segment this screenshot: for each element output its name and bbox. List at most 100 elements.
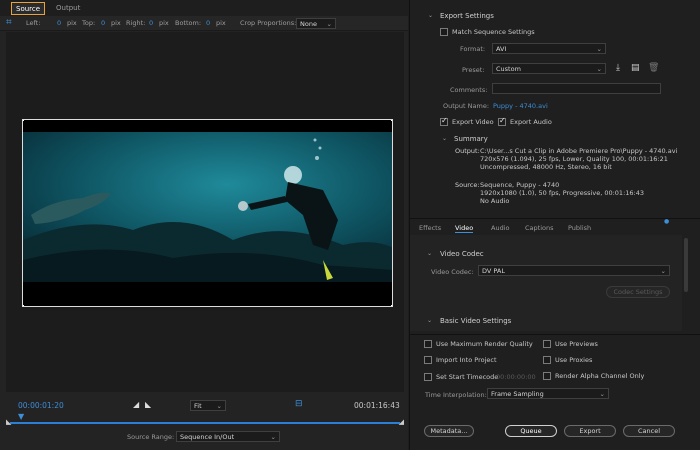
collapse-basic-icon[interactable]: ⌄	[427, 317, 432, 324]
crop-top-value[interactable]: 0	[101, 19, 105, 27]
tab-audio[interactable]: Audio	[491, 224, 509, 232]
chevron-down-icon: ⌄	[596, 45, 602, 53]
use-proxies-checkbox[interactable]	[543, 356, 551, 364]
codec-settings-button[interactable]: Codec Settings	[606, 286, 670, 298]
format-value: AVI	[496, 45, 507, 53]
comments-label: Comments:	[450, 86, 488, 94]
current-timecode[interactable]: 00:00:01:20	[18, 401, 64, 410]
export-settings-header: Export Settings	[440, 12, 494, 20]
scrubber-track	[10, 422, 400, 424]
export-audio-label: Export Audio	[510, 118, 552, 126]
preset-label: Preset:	[462, 66, 485, 74]
crop-proportions-dropdown[interactable]: None ⌄	[296, 18, 336, 29]
preset-value: Custom	[496, 65, 521, 73]
crop-proportions-label: Crop Proportions:	[240, 19, 297, 27]
output-name-label: Output Name:	[443, 102, 490, 110]
summary-source-label: Source:	[455, 181, 480, 189]
video-codec-header: Video Codec	[440, 250, 484, 258]
time-interpolation-value: Frame Sampling	[491, 390, 544, 398]
aspect-toggle-icon[interactable]: ⊟	[295, 399, 303, 409]
chevron-down-icon: ⌄	[599, 390, 605, 398]
summary-output-line-2: 720x576 (1.094), 25 fps, Lower, Quality …	[480, 155, 668, 163]
render-alpha-checkbox[interactable]	[543, 372, 551, 380]
export-settings-panel: ⌄ Export Settings Match Sequence Setting…	[409, 0, 700, 450]
video-codec-value: DV PAL	[482, 267, 505, 275]
export-video-checkbox[interactable]	[440, 116, 448, 126]
export-video-label: Export Video	[452, 118, 494, 126]
crop-left-value[interactable]: 0	[57, 19, 61, 27]
crop-handle-bottom-left[interactable]	[23, 305, 24, 306]
tab-source[interactable]: Source	[11, 2, 46, 15]
crop-left-unit: pix	[67, 19, 77, 27]
output-name-link[interactable]: Puppy - 4740.avi	[493, 102, 548, 110]
export-audio-checkbox[interactable]	[498, 116, 506, 126]
section-divider	[410, 218, 700, 219]
scrollbar-thumb[interactable]	[684, 238, 688, 292]
chevron-down-icon: ⌄	[216, 402, 222, 410]
mark-in-icon[interactable]: ◢	[133, 400, 139, 409]
video-codec-dropdown[interactable]: DV PAL ⌄	[478, 265, 670, 276]
section-divider	[410, 334, 700, 335]
use-previews-checkbox[interactable]	[543, 340, 551, 348]
import-preset-icon[interactable]: ▤	[631, 63, 640, 73]
source-panel: Source Output ⌗ Left: 0 pix Top: 0 pix R…	[0, 0, 408, 450]
source-range-dropdown[interactable]: Sequence In/Out ⌄	[176, 431, 280, 442]
in-point-icon[interactable]: ◣	[6, 418, 11, 426]
set-start-timecode-checkbox[interactable]	[424, 373, 432, 381]
chevron-down-icon: ⌄	[270, 433, 276, 441]
crop-bottom-value[interactable]: 0	[206, 19, 210, 27]
crop-icon[interactable]: ⌗	[6, 17, 12, 28]
max-render-checkbox[interactable]	[424, 340, 432, 348]
summary-output-label: Output:	[455, 147, 480, 155]
time-interpolation-dropdown[interactable]: Frame Sampling ⌄	[487, 388, 609, 399]
summary-source-line-1: Sequence, Puppy - 4740	[480, 181, 560, 189]
video-frame[interactable]	[22, 119, 393, 307]
save-preset-icon[interactable]: ⤓	[616, 63, 620, 73]
playhead-icon[interactable]: ▼	[18, 412, 24, 421]
render-alpha-label: Render Alpha Channel Only	[555, 372, 645, 380]
cancel-button[interactable]: Cancel	[623, 425, 675, 437]
panel-resize-handle-icon[interactable]: ●	[664, 218, 669, 225]
tab-captions[interactable]: Captions	[525, 224, 554, 232]
tab-publish[interactable]: Publish	[568, 224, 591, 232]
match-sequence-checkbox[interactable]	[440, 28, 448, 36]
time-interpolation-label: Time Interpolation:	[425, 391, 487, 399]
use-previews-label: Use Previews	[555, 340, 598, 348]
collapse-summary-icon[interactable]: ⌄	[442, 135, 447, 142]
summary-output-line-1: C:\User...s Cut a Clip in Adobe Premiere…	[480, 147, 678, 155]
out-point-icon[interactable]: ◢	[399, 418, 404, 426]
format-dropdown[interactable]: AVI ⌄	[492, 43, 606, 54]
crop-handle-bottom-right[interactable]	[391, 305, 392, 306]
zoom-fit-dropdown[interactable]: Fit ⌄	[190, 400, 226, 411]
crop-right-value[interactable]: 0	[149, 19, 153, 27]
crop-handle-top-right[interactable]	[391, 120, 392, 121]
mark-out-icon[interactable]: ◣	[145, 400, 151, 409]
collapse-export-icon[interactable]: ⌄	[428, 12, 433, 19]
summary-source-line-2: 1920x1080 (1.0), 50 fps, Progressive, 00…	[480, 189, 644, 197]
summary-output-line-3: Uncompressed, 48000 Hz, Stereo, 16 bit	[480, 163, 612, 171]
comments-input[interactable]	[492, 83, 661, 94]
crop-right-label: Right:	[126, 19, 146, 27]
use-proxies-label: Use Proxies	[555, 356, 593, 364]
summary-header: Summary	[454, 135, 488, 143]
tab-output[interactable]: Output	[52, 2, 84, 15]
metadata-button[interactable]: Metadata...	[424, 425, 474, 437]
import-project-checkbox[interactable]	[424, 356, 432, 364]
collapse-codec-icon[interactable]: ⌄	[427, 250, 432, 257]
start-timecode-value[interactable]: 00:00:00:00	[496, 373, 536, 381]
timeline-scrubber[interactable]: ◣ ◢ ▼	[6, 412, 404, 426]
tab-video[interactable]: Video	[455, 224, 474, 233]
max-render-label: Use Maximum Render Quality	[436, 340, 533, 348]
tab-effects[interactable]: Effects	[419, 224, 441, 232]
preset-dropdown[interactable]: Custom ⌄	[492, 63, 606, 74]
crop-right-unit: pix	[159, 19, 169, 27]
source-range-value: Sequence In/Out	[180, 433, 235, 441]
crop-handle-top-left[interactable]	[23, 120, 24, 121]
export-button[interactable]: Export	[564, 425, 616, 437]
chevron-down-icon: ⌄	[596, 65, 602, 73]
basic-video-settings-header: Basic Video Settings	[440, 317, 512, 325]
delete-preset-icon[interactable]: 🗑	[648, 63, 659, 73]
queue-button[interactable]: Queue	[505, 425, 557, 437]
summary-source-line-3: No Audio	[480, 197, 510, 205]
source-output-tabs: Source Output	[0, 0, 408, 16]
